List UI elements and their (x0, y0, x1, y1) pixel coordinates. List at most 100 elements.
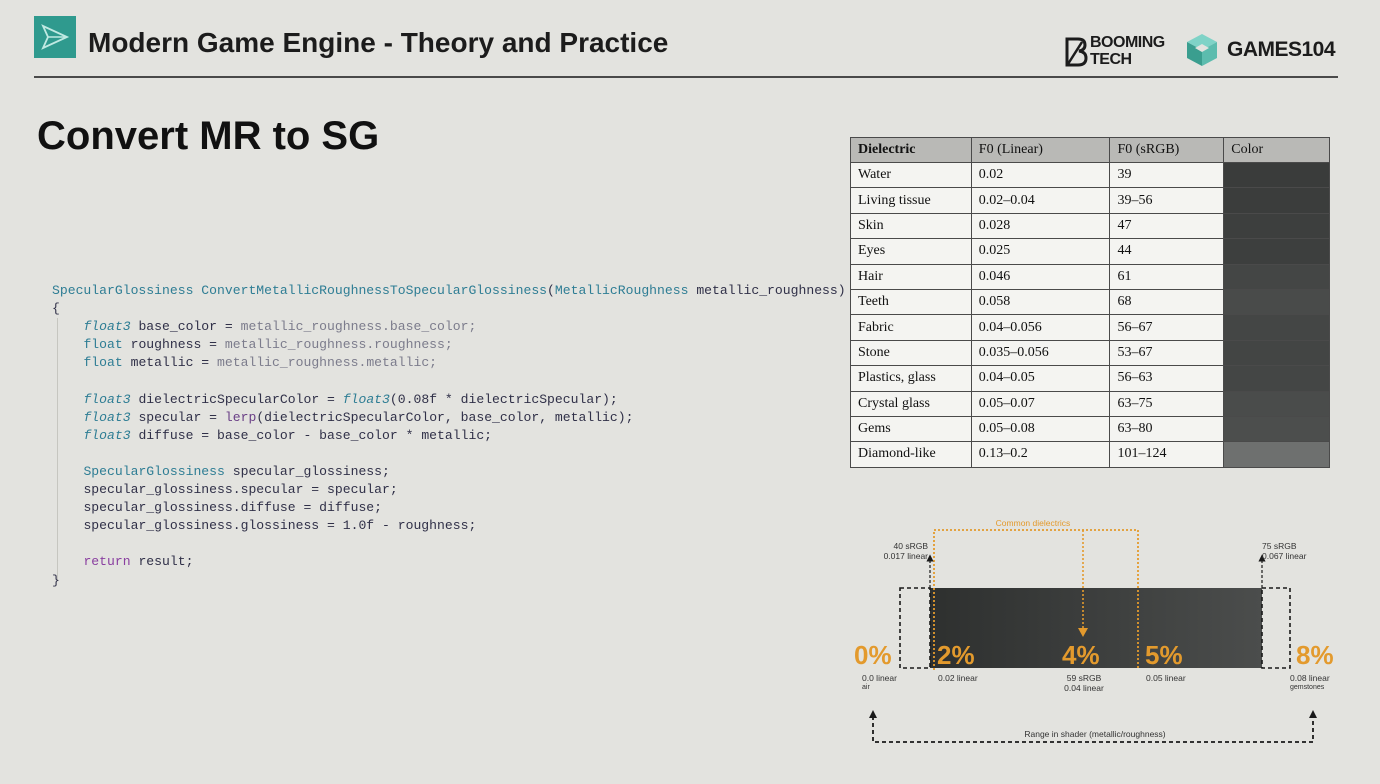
booming-line1: BOOMING (1090, 34, 1165, 51)
code-line: float3 base_color = metallic_roughness.b… (52, 318, 846, 336)
color-swatch (1223, 263, 1330, 290)
code-token: base_color = (130, 319, 241, 335)
percent-5-label: 5% (1145, 640, 1183, 670)
code-line: { (52, 300, 846, 318)
cell-dielectric: Fabric (850, 314, 972, 341)
code-token: { (52, 301, 60, 317)
games104-text: GAMES104 (1227, 38, 1336, 61)
slide-title: Convert MR to SG (37, 114, 380, 158)
air-caption: air (862, 684, 870, 691)
cube-icon (1187, 34, 1217, 66)
eight-percent-caption-linear: 0.08 linear (1290, 673, 1330, 683)
code-token: lerp (224, 409, 257, 425)
code-token: diffuse = base_color - base_color * meta… (130, 427, 493, 443)
code-line: float3 dielectricSpecularColor = float3(… (52, 391, 846, 409)
cell-dielectric: Living tissue (850, 187, 972, 214)
table-row: Diamond-like 0.13–0.2 101–124 (850, 441, 1330, 468)
cell-f0-linear: 0.04–0.056 (970, 314, 1111, 341)
code-token: result; (130, 554, 194, 570)
code-token: SpecularGlossiness (83, 463, 225, 479)
code-token: specular_glossiness.glossiness = 1.0f - … (83, 518, 477, 534)
cell-f0-srgb: 68 (1109, 288, 1225, 316)
cell-f0-srgb: 61 (1109, 263, 1225, 290)
cell-f0-srgb: 63–80 (1109, 415, 1225, 443)
right-threshold-linear: 0.067 linear (1262, 551, 1307, 561)
color-swatch (1223, 415, 1330, 443)
right-threshold-srgb: 75 sRGB (1262, 541, 1297, 551)
table-row: Fabric 0.04–0.056 56–67 (850, 314, 1330, 341)
color-swatch (1223, 187, 1330, 214)
cell-dielectric: Skin (850, 212, 972, 240)
code-block: SpecularGlossiness ConvertMetallicRoughn… (52, 282, 846, 590)
cell-f0-srgb: 47 (1109, 212, 1225, 240)
booming-line2: TECH (1090, 51, 1132, 68)
code-token: float (83, 355, 123, 371)
cell-f0-linear: 0.058 (970, 288, 1111, 316)
cell-dielectric: Hair (850, 263, 972, 290)
code-token: dielectricSpecularColor = (130, 391, 343, 407)
cell-f0-srgb: 63–75 (1109, 390, 1225, 417)
five-percent-caption: 0.05 linear (1146, 673, 1186, 683)
column-header-f0-linear: F0 (Linear) (970, 137, 1111, 163)
cell-f0-linear: 0.02 (970, 161, 1111, 189)
code-line: return result; (52, 553, 846, 571)
column-header-dielectric: Dielectric (850, 137, 972, 163)
code-token: } (52, 572, 60, 588)
cell-f0-linear: 0.028 (970, 212, 1111, 240)
percent-4-label: 4% (1062, 640, 1100, 670)
gemstones-caption: gemstones (1290, 684, 1325, 691)
range-arrow-right-icon (1309, 710, 1317, 718)
booming-b-icon (1065, 37, 1088, 67)
color-swatch (1223, 314, 1330, 341)
code-token: float (83, 337, 123, 353)
code-token: ) (837, 283, 846, 298)
code-line: } (52, 572, 846, 590)
color-swatch (1223, 365, 1330, 392)
code-token: float3 (83, 319, 131, 335)
table-row: Hair 0.046 61 (850, 263, 1330, 290)
common-dielectrics-label: Common dielectrics (995, 518, 1071, 528)
code-line: float metallic = metallic_roughness.meta… (52, 354, 846, 372)
cell-f0-linear: 0.025 (970, 238, 1111, 265)
header-divider (34, 76, 1338, 78)
cell-f0-linear: 0.046 (970, 263, 1111, 290)
air-caption-linear: 0.0 linear (862, 673, 897, 683)
cell-f0-srgb: 44 (1109, 238, 1225, 265)
course-title: Modern Game Engine - Theory and Practice (88, 27, 669, 58)
code-token: specular_glossiness.specular = specular; (83, 482, 398, 498)
color-swatch (1223, 212, 1330, 240)
code-token: ( (547, 283, 555, 298)
cell-dielectric: Crystal glass (850, 390, 972, 417)
cell-f0-srgb: 53–67 (1109, 339, 1225, 367)
cell-dielectric: Teeth (850, 288, 972, 316)
cell-f0-linear: 0.05–0.07 (970, 390, 1111, 417)
dielectric-range-diagram: Common dielectrics 40 sRGB 0.017 linear … (848, 510, 1348, 750)
cell-dielectric: Water (850, 161, 972, 189)
air-dashed-box (899, 587, 931, 669)
cell-f0-srgb: 101–124 (1109, 441, 1225, 468)
color-swatch (1223, 441, 1330, 468)
left-threshold-srgb: 40 sRGB (893, 541, 929, 551)
paper-plane-icon (41, 24, 70, 50)
cell-f0-srgb: 39 (1109, 161, 1225, 189)
booming-tech-logo: BOOMING TECH (1064, 34, 1178, 70)
color-swatch (1223, 288, 1330, 316)
code-line-signature: SpecularGlossiness ConvertMetallicRoughn… (52, 282, 846, 300)
code-token: specular_glossiness.diffuse = diffuse; (83, 500, 383, 516)
table-row: Teeth 0.058 68 (850, 288, 1330, 316)
code-token: MetallicRoughness (554, 283, 689, 298)
cell-f0-linear: 0.035–0.056 (970, 339, 1111, 367)
code-token: roughness = (122, 337, 225, 353)
cell-f0-srgb: 39–56 (1109, 187, 1225, 214)
code-token: metallic = (122, 355, 218, 371)
code-token: specular_glossiness; (224, 463, 390, 479)
cell-f0-linear: 0.13–0.2 (970, 441, 1111, 468)
cell-f0-linear: 0.05–0.08 (970, 415, 1111, 443)
code-token: SpecularGlossiness (52, 283, 194, 298)
code-token: metallic_roughness.base_color; (240, 319, 477, 335)
four-percent-caption-linear: 0.04 linear (1064, 683, 1104, 693)
code-line: SpecularGlossiness specular_glossiness; (52, 463, 846, 481)
table-row: Eyes 0.025 44 (850, 238, 1330, 265)
